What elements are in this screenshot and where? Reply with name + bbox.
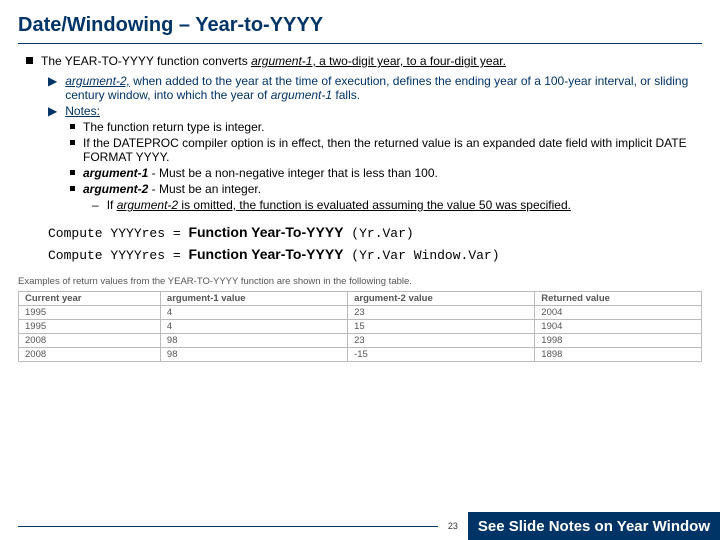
main-bullet-text: The YEAR-TO-YYYY function converts argum… <box>41 54 694 68</box>
cell: 1995 <box>19 319 161 333</box>
square-bullet-icon <box>70 186 75 191</box>
col-returned: Returned value <box>535 291 702 305</box>
code-line-2: Compute YYYYres = Function Year-To-YYYY … <box>48 244 694 266</box>
col-arg1: argument-1 value <box>160 291 347 305</box>
cell: 2008 <box>19 347 161 361</box>
cell: 1998 <box>535 333 702 347</box>
cell: 23 <box>348 333 535 347</box>
table-row: 1995 4 23 2004 <box>19 305 702 319</box>
examples-block: Examples of return values from the YEAR-… <box>18 276 702 362</box>
main-bullet: The YEAR-TO-YYYY function converts argum… <box>26 54 694 68</box>
slide-content: The YEAR-TO-YYYY function converts argum… <box>0 54 720 266</box>
cell: 98 <box>160 347 347 361</box>
note-5-text: If argument-2 is omitted, the function i… <box>107 198 694 212</box>
cell: 1904 <box>535 319 702 333</box>
note-4-text: argument-2 - Must be an integer. <box>83 182 694 196</box>
table-row: 2008 98 -15 1898 <box>19 347 702 361</box>
notes-label: Notes: <box>65 104 694 118</box>
col-current-year: Current year <box>19 291 161 305</box>
note-2-text: If the DATEPROC compiler option is in ef… <box>83 136 694 164</box>
cell: 1995 <box>19 305 161 319</box>
slide-title: Date/Windowing – Year-to-YYYY <box>0 0 720 41</box>
code-line-1: Compute YYYYres = Function Year-To-YYYY … <box>48 222 694 244</box>
cell: 2004 <box>535 305 702 319</box>
table-row: 2008 98 23 1998 <box>19 333 702 347</box>
cell: 23 <box>348 305 535 319</box>
arrow-icon: ▶ <box>48 74 57 102</box>
cell: 1898 <box>535 347 702 361</box>
cell: 98 <box>160 333 347 347</box>
note-3: argument-1 - Must be a non-negative inte… <box>70 166 694 180</box>
footer-note: See Slide Notes on Year Window <box>468 512 720 540</box>
note-1-text: The function return type is integer. <box>83 120 694 134</box>
note-2: If the DATEPROC compiler option is in ef… <box>70 136 694 164</box>
cell: 2008 <box>19 333 161 347</box>
dash-icon: – <box>92 198 99 212</box>
square-bullet-icon <box>70 140 75 145</box>
note-3-text: argument-1 - Must be a non-negative inte… <box>83 166 694 180</box>
sub-bullet-arg2: ▶ argument-2, when added to the year at … <box>48 74 694 102</box>
square-bullet-icon <box>70 170 75 175</box>
table-row: 1995 4 15 1904 <box>19 319 702 333</box>
square-bullet-icon <box>70 124 75 129</box>
cell: 4 <box>160 305 347 319</box>
examples-table: Current year argument-1 value argument-2… <box>18 291 702 362</box>
table-header-row: Current year argument-1 value argument-2… <box>19 291 702 305</box>
note-1: The function return type is integer. <box>70 120 694 134</box>
sub-bullet-notes: ▶ Notes: <box>48 104 694 118</box>
sub-bullet-arg2-text: argument-2, when added to the year at th… <box>65 74 694 102</box>
cell: 4 <box>160 319 347 333</box>
page-number: 23 <box>438 521 468 531</box>
footer: 23 See Slide Notes on Year Window <box>0 512 720 540</box>
code-sample: Compute YYYYres = Function Year-To-YYYY … <box>48 222 694 266</box>
col-arg2: argument-2 value <box>348 291 535 305</box>
cell: 15 <box>348 319 535 333</box>
footer-rule <box>18 526 438 527</box>
cell: -15 <box>348 347 535 361</box>
square-bullet-icon <box>26 57 33 64</box>
examples-caption: Examples of return values from the YEAR-… <box>18 276 702 287</box>
title-rule <box>18 43 702 44</box>
arrow-icon: ▶ <box>48 104 57 118</box>
note-4: argument-2 - Must be an integer. <box>70 182 694 196</box>
note-5: – If argument-2 is omitted, the function… <box>92 198 694 212</box>
